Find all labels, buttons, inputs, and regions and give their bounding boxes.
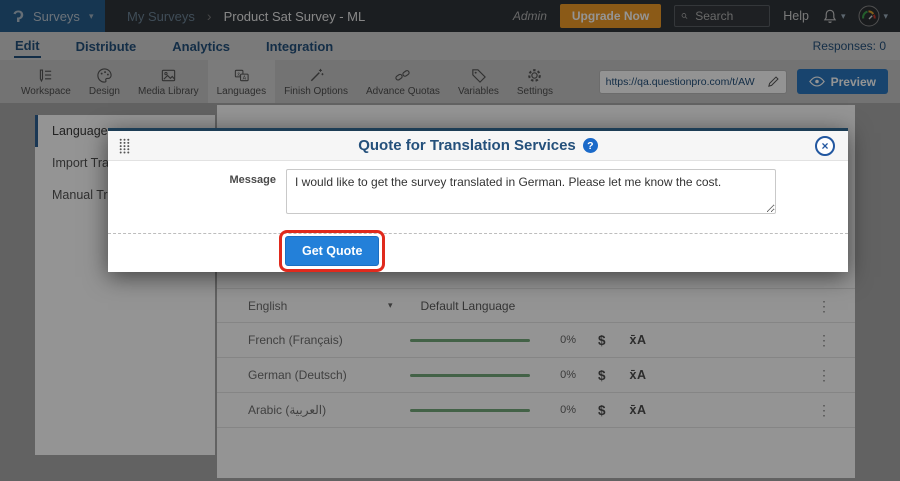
modal-body: Message I would like to get the survey t… [108, 161, 848, 214]
message-label: Message [108, 169, 286, 214]
app-window: Ɂ Surveys ▾ My Surveys › Product Sat Sur… [0, 0, 900, 481]
modal-footer: Get Quote [108, 234, 848, 274]
get-quote-button[interactable]: Get Quote [285, 236, 379, 266]
annotation-highlight-ring: Get Quote [279, 230, 385, 272]
close-icon[interactable]: × [815, 136, 835, 156]
modal-header: Quote for Translation Services ? × [108, 131, 848, 161]
message-textarea[interactable]: I would like to get the survey translate… [286, 169, 776, 214]
drag-handle-icon[interactable] [119, 138, 130, 159]
quote-translation-modal: Quote for Translation Services ? × Messa… [108, 128, 848, 272]
modal-title: Quote for Translation Services [358, 137, 576, 154]
help-icon[interactable]: ? [583, 138, 598, 153]
